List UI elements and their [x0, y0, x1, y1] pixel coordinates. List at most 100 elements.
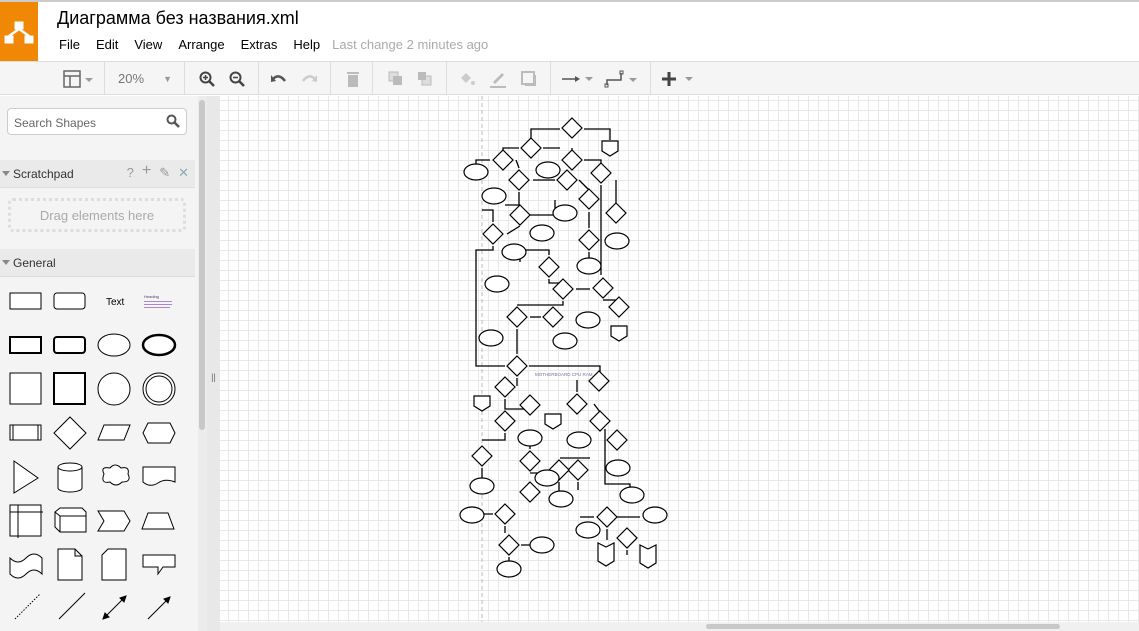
scratchpad-help-button[interactable]: ?: [127, 165, 134, 181]
decision-node[interactable]: [542, 306, 564, 328]
decision-node[interactable]: [471, 445, 493, 467]
terminal-node[interactable]: [566, 431, 592, 449]
sidebar-scroll-thumb[interactable]: [199, 100, 205, 430]
shape-note[interactable]: [57, 548, 83, 581]
decision-node[interactable]: [519, 394, 541, 416]
shape-trapezoid[interactable]: [141, 512, 175, 530]
decision-node[interactable]: [561, 149, 583, 171]
decision-node[interactable]: [605, 202, 627, 224]
offpage-node[interactable]: [473, 395, 491, 412]
shape-bold-rounded-rectangle[interactable]: [53, 336, 86, 354]
connector[interactable]: [482, 209, 494, 222]
decision-node[interactable]: [566, 393, 588, 415]
decision-node[interactable]: [520, 137, 542, 159]
offpage-node[interactable]: [597, 542, 615, 567]
delete-button[interactable]: [342, 62, 364, 95]
terminal-node[interactable]: [642, 506, 668, 524]
document-title[interactable]: Диаграмма без названия.xml: [57, 8, 299, 29]
shape-rounded-rectangle[interactable]: [53, 292, 86, 310]
decision-node[interactable]: [498, 534, 520, 556]
shape-bidirectional-arrow[interactable]: [102, 595, 127, 620]
decision-node[interactable]: [494, 410, 516, 432]
decision-node[interactable]: [616, 527, 638, 549]
sidebar-scrollbar[interactable]: [198, 96, 207, 631]
terminal-node[interactable]: [481, 187, 507, 205]
terminal-node[interactable]: [463, 163, 489, 181]
decision-node[interactable]: [519, 481, 541, 503]
shape-step[interactable]: [97, 510, 131, 532]
connector[interactable]: [475, 246, 505, 367]
decision-node[interactable]: [596, 506, 618, 528]
search-icon[interactable]: [166, 114, 180, 128]
undo-button[interactable]: [268, 62, 290, 95]
decision-node[interactable]: [552, 278, 574, 300]
format-panel-button[interactable]: [58, 62, 98, 95]
menu-view[interactable]: View: [134, 37, 162, 52]
decision-node[interactable]: [508, 169, 530, 191]
decision-node[interactable]: [561, 117, 583, 139]
decision-node[interactable]: [519, 450, 541, 472]
terminal-node[interactable]: [552, 332, 578, 350]
zoom-out-button[interactable]: [226, 62, 248, 95]
menu-arrange[interactable]: Arrange: [178, 37, 224, 52]
terminal-node[interactable]: [552, 204, 578, 222]
terminal-node[interactable]: [529, 224, 555, 242]
shape-triangle[interactable]: [13, 460, 39, 494]
terminal-node[interactable]: [484, 275, 510, 293]
shape-callout[interactable]: [142, 554, 176, 576]
terminal-node[interactable]: [469, 477, 495, 495]
scratchpad-dropzone[interactable]: Drag elements here: [8, 198, 186, 232]
connector[interactable]: [506, 225, 521, 235]
shape-hexagon[interactable]: [142, 422, 176, 444]
connection-style-button[interactable]: [558, 62, 596, 95]
connector[interactable]: [482, 433, 506, 441]
decision-node[interactable]: [567, 459, 589, 481]
decision-node[interactable]: [506, 355, 528, 377]
shape-dashed-line[interactable]: [14, 593, 41, 620]
shape-internal-storage[interactable]: [9, 504, 43, 538]
decision-node[interactable]: [506, 306, 528, 328]
terminal-node[interactable]: [548, 490, 574, 508]
terminal-node[interactable]: [619, 486, 645, 504]
to-front-button[interactable]: [385, 62, 407, 95]
decision-node[interactable]: [492, 149, 514, 171]
connector[interactable]: [505, 192, 520, 206]
shape-square[interactable]: [9, 372, 42, 405]
menu-file[interactable]: File: [59, 37, 80, 52]
terminal-node[interactable]: [478, 329, 504, 347]
terminal-node[interactable]: [529, 536, 555, 554]
flowchart-diagram[interactable]: MOTHERBOARD CPU RAM: [220, 96, 1139, 622]
waypoints-button[interactable]: [602, 62, 640, 95]
terminal-node[interactable]: [535, 161, 561, 179]
decision-node[interactable]: [538, 256, 560, 278]
zoom-in-button[interactable]: [196, 62, 218, 95]
shape-cube[interactable]: [54, 507, 87, 533]
shape-bold-ellipse[interactable]: [141, 333, 177, 357]
shape-line[interactable]: [58, 592, 86, 620]
decision-node[interactable]: [589, 410, 611, 432]
terminal-node[interactable]: [604, 232, 630, 250]
connector[interactable]: [515, 159, 520, 169]
edit-pencil-icon[interactable]: ✎: [159, 165, 170, 181]
fill-color-button[interactable]: [456, 62, 478, 95]
decision-node[interactable]: [606, 429, 628, 451]
offpage-node[interactable]: [544, 413, 562, 430]
shape-ellipse[interactable]: [97, 333, 131, 357]
menu-extras[interactable]: Extras: [241, 37, 278, 52]
redo-button[interactable]: [298, 62, 320, 95]
shape-card[interactable]: [101, 548, 127, 581]
connector[interactable]: [584, 159, 602, 165]
connector[interactable]: [517, 301, 564, 306]
connector[interactable]: [584, 128, 611, 140]
shape-circle[interactable]: [97, 372, 131, 406]
offpage-node[interactable]: [610, 325, 628, 342]
menu-edit[interactable]: Edit: [96, 37, 118, 52]
shape-rectangle[interactable]: [9, 292, 42, 310]
shape-diamond[interactable]: [53, 416, 87, 450]
general-header[interactable]: General: [0, 249, 195, 277]
shape-parallelogram[interactable]: [97, 424, 131, 441]
decision-node[interactable]: [590, 162, 612, 184]
shape-bold-rectangle[interactable]: [9, 336, 42, 354]
canvas-horizontal-scrollbar[interactable]: [220, 622, 1139, 631]
shape-heading[interactable]: Heading: [144, 294, 172, 308]
